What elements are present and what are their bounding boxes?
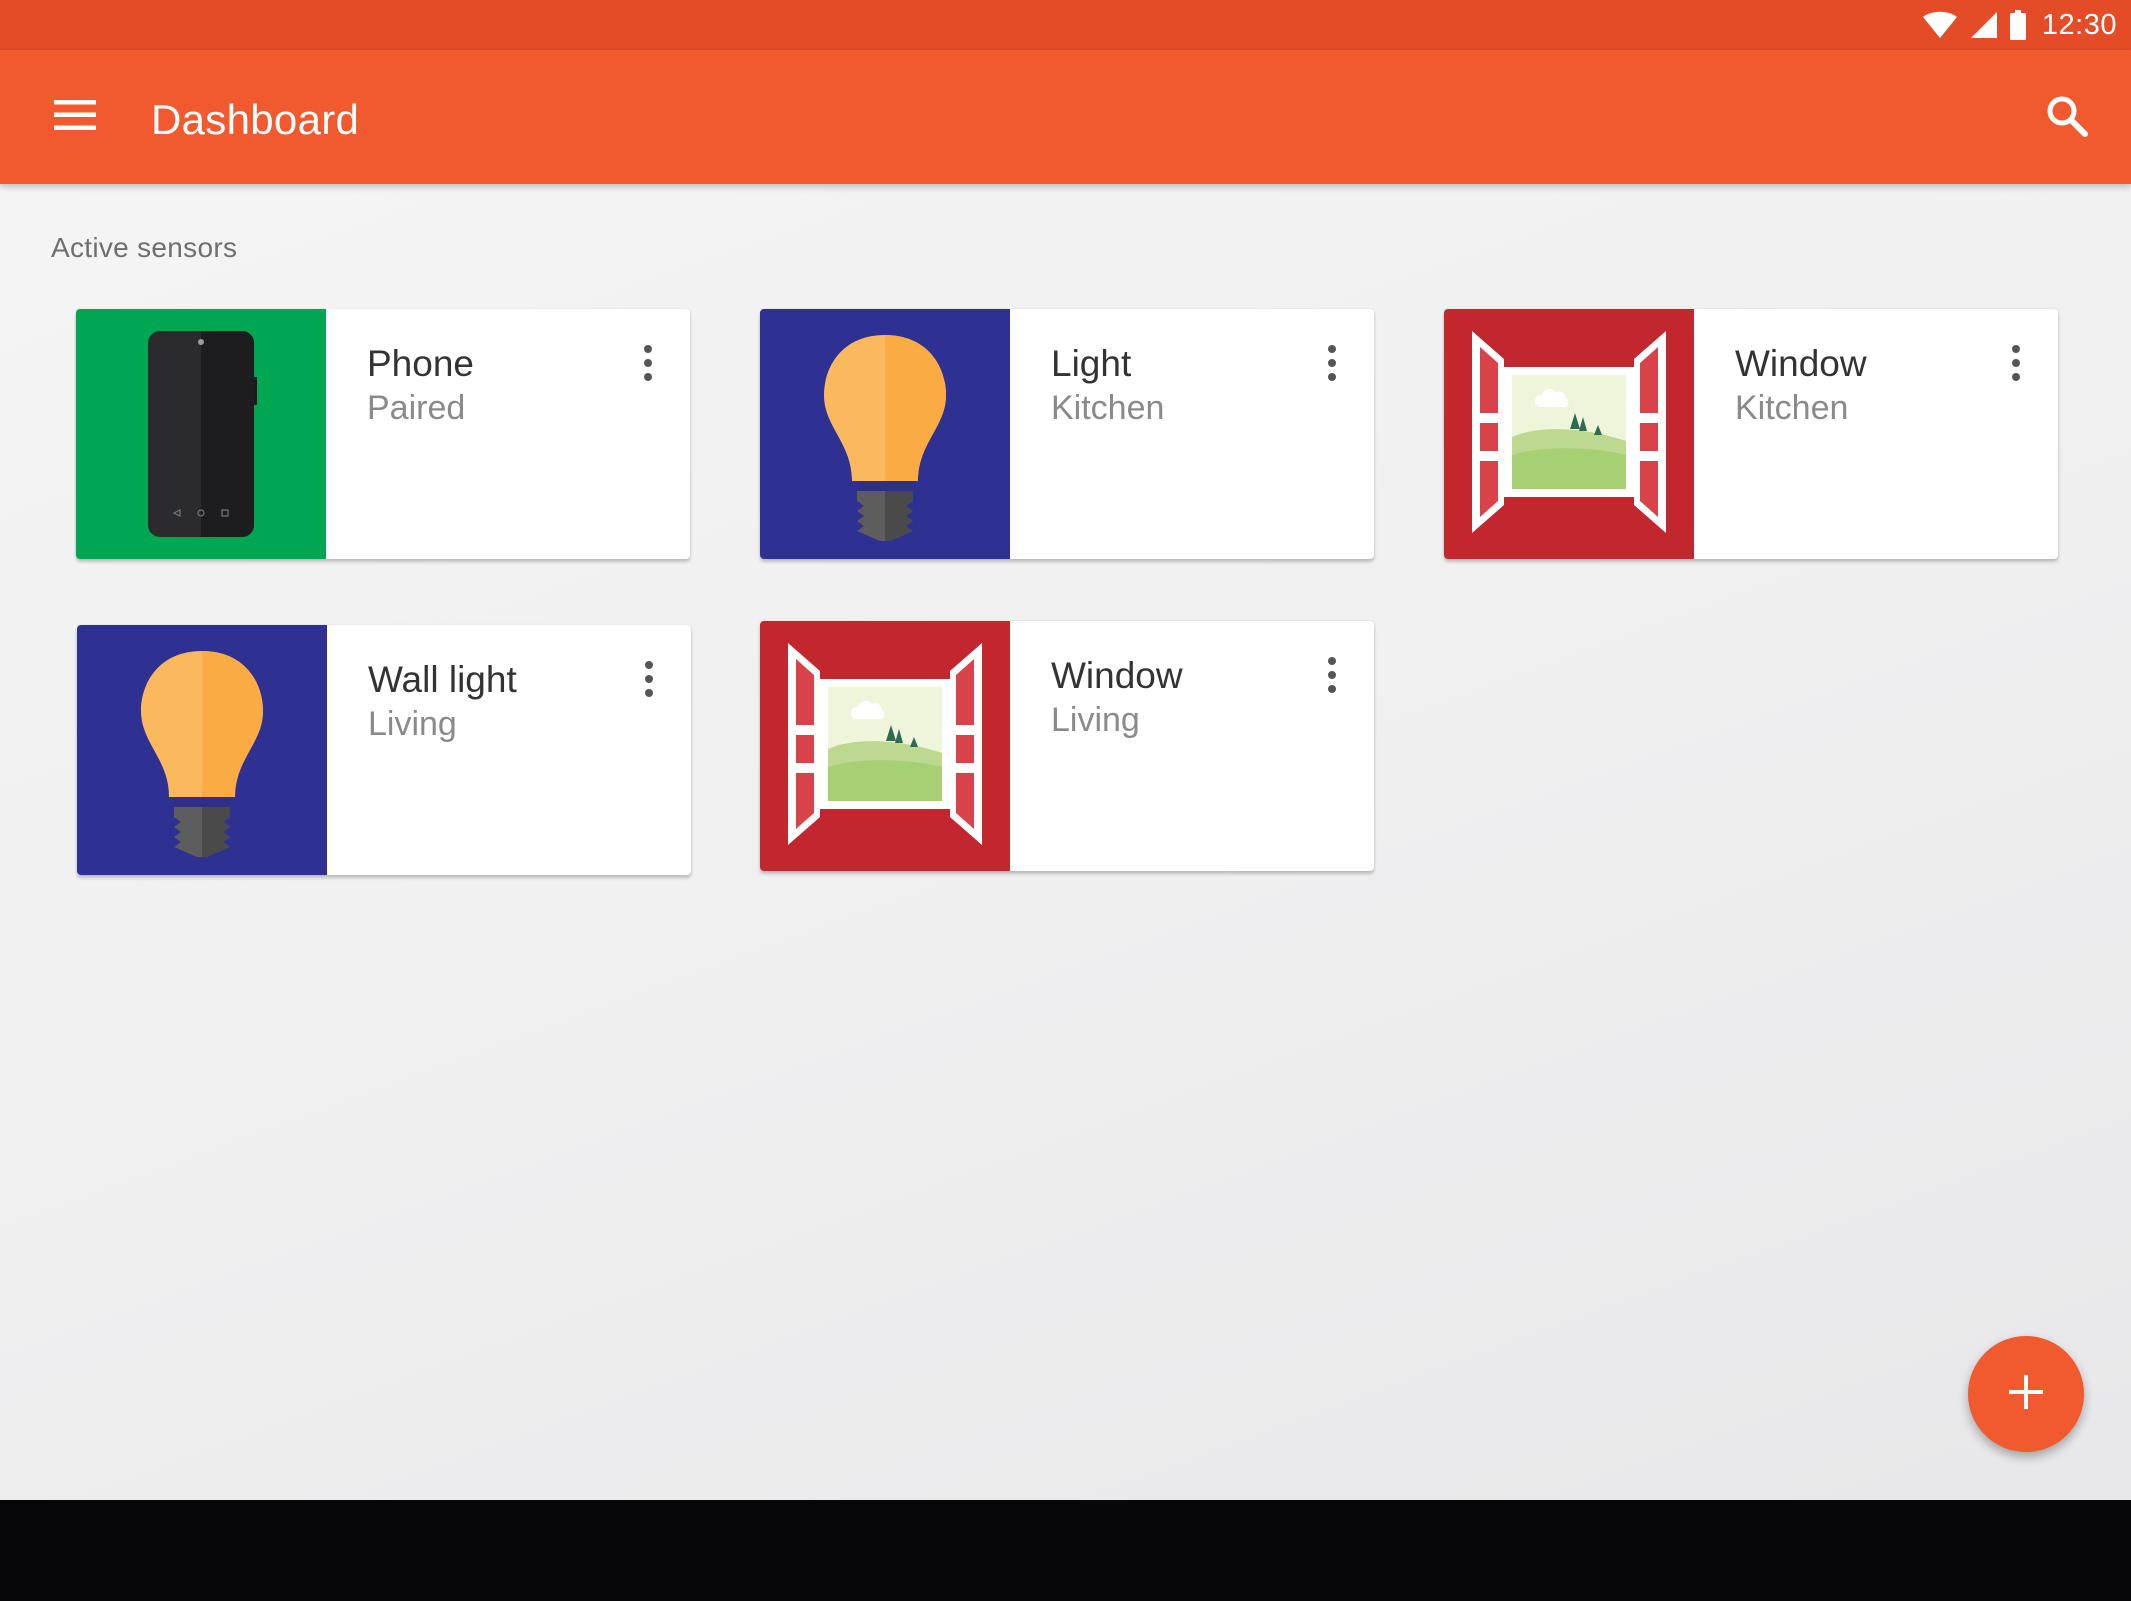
- search-button[interactable]: [2037, 88, 2097, 148]
- sensor-card[interactable]: Phone Paired: [76, 309, 690, 559]
- navigation-bar: [0, 1500, 2131, 1601]
- battery-icon: [2009, 10, 2026, 40]
- card-subtitle: Living: [368, 705, 457, 743]
- card-subtitle: Kitchen: [1735, 389, 1849, 427]
- card-title: Wall light: [368, 659, 517, 700]
- status-bar: 12:30: [0, 0, 2131, 50]
- card-title: Light: [1051, 343, 1132, 384]
- sensor-card[interactable]: Wall light Living: [77, 625, 691, 875]
- app-bar: Dashboard: [0, 50, 2131, 184]
- cellular-signal-icon: [1970, 11, 1998, 39]
- card-subtitle: Paired: [367, 389, 466, 427]
- add-sensor-button[interactable]: [1968, 1336, 2084, 1452]
- sensor-card[interactable]: Window Kitchen: [1444, 309, 2058, 559]
- hamburger-menu-icon: [54, 99, 96, 135]
- light-thumbnail: [760, 309, 1010, 559]
- phone-icon: [76, 309, 326, 559]
- more-options-icon[interactable]: [629, 653, 669, 705]
- card-title: Phone: [367, 343, 474, 384]
- more-options-icon[interactable]: [1996, 337, 2036, 389]
- sensor-card[interactable]: Light Kitchen: [760, 309, 1374, 559]
- window-thumbnail: [1444, 309, 1694, 559]
- window-icon: [1444, 309, 1694, 559]
- more-options-icon[interactable]: [628, 337, 668, 389]
- phone-thumbnail: [76, 309, 326, 559]
- window-icon: [760, 621, 1010, 871]
- more-options-icon[interactable]: [1312, 649, 1352, 701]
- wifi-icon: [1922, 11, 1958, 39]
- page-title: Dashboard: [151, 96, 360, 143]
- card-subtitle: Kitchen: [1051, 389, 1165, 427]
- search-icon: [2046, 95, 2088, 142]
- wall-light-thumbnail: [77, 625, 327, 875]
- card-subtitle: Living: [1051, 701, 1140, 739]
- more-options-icon[interactable]: [1312, 337, 1352, 389]
- card-title: Window: [1051, 655, 1183, 696]
- status-icons: 12:30: [1922, 0, 2117, 50]
- light-bulb-icon: [77, 625, 327, 875]
- section-title: Active sensors: [51, 232, 238, 263]
- sensor-card[interactable]: Window Living: [760, 621, 1374, 871]
- light-bulb-icon: [760, 309, 1010, 559]
- card-title: Window: [1735, 343, 1867, 384]
- plus-icon: [2009, 1374, 2043, 1414]
- window-thumbnail: [760, 621, 1010, 871]
- menu-button[interactable]: [44, 91, 106, 143]
- status-time: 12:30: [2041, 8, 2117, 41]
